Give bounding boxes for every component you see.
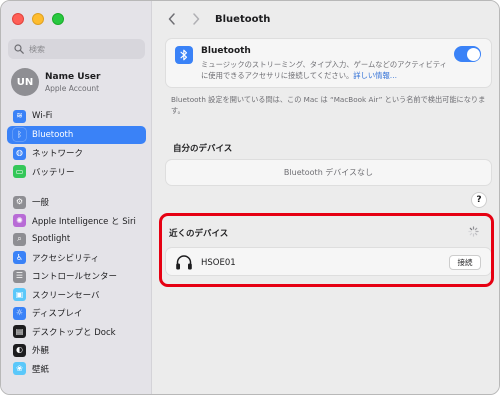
battery-icon: ▭ xyxy=(13,165,26,179)
toolbar: Bluetooth xyxy=(153,1,499,37)
globe-icon: ◍ xyxy=(13,146,26,160)
minimize-button[interactable] xyxy=(32,13,44,25)
bluetooth-icon: ᛒ xyxy=(13,128,26,142)
sidebar-item-label: Wi-Fi xyxy=(32,111,53,122)
chevron-left-icon xyxy=(168,13,175,25)
sidebar-item-globe[interactable]: ◍ ネットワーク xyxy=(7,144,146,163)
search-input[interactable]: 検索 xyxy=(8,39,145,59)
sidebar-item-label: バッテリー xyxy=(32,167,75,178)
sidebar-item-siri[interactable]: ✺ Apple Intelligence と Siri xyxy=(7,212,146,231)
sidebar-group-connectivity: ≋ Wi-Fi ᛒ Bluetooth ◍ ネットワーク ▭ バッテリー xyxy=(7,107,146,181)
main-pane: Bluetooth Bluetooth ミュージックのストリーミング、タイプ入力… xyxy=(153,1,499,394)
bluetooth-card: Bluetooth ミュージックのストリーミング、タイプ入力、ゲームなどのアクテ… xyxy=(165,38,492,88)
help-button[interactable]: ? xyxy=(471,192,487,208)
sidebar-item-label: アクセシビリティ xyxy=(32,253,100,264)
bluetooth-description: ミュージックのストリーミング、タイプ入力、ゲームなどのアクティビティに使用できる… xyxy=(201,59,451,81)
sidebar-item-label: スクリーンセーバ xyxy=(32,290,100,301)
user-subtitle: Apple Account xyxy=(45,83,100,93)
discoverable-info: Bluetooth 設定を開いている間は、この Mac は “MacBook A… xyxy=(171,95,486,115)
display-icon: ☼ xyxy=(13,306,26,320)
settings-window: 検索 UN Name User Apple Account ≋ Wi-Fi ᛒ Blu… xyxy=(0,0,500,395)
sidebar-item-label: デスクトップと Dock xyxy=(32,327,116,338)
user-name: Name User xyxy=(45,71,101,82)
search-placeholder: 検索 xyxy=(29,44,45,54)
account-item[interactable]: UN Name User Apple Account xyxy=(11,68,100,96)
wifi-icon: ≋ xyxy=(13,109,26,123)
sidebar-item-screensaver[interactable]: ▣ スクリーンセーバ xyxy=(7,286,146,305)
sidebar-item-dock[interactable]: ▤ デスクトップと Dock xyxy=(7,323,146,342)
avatar: UN xyxy=(11,68,39,96)
sidebar-item-accessibility[interactable]: ♿ アクセシビリティ xyxy=(7,249,146,268)
dock-icon: ▤ xyxy=(13,325,26,339)
sidebar-item-battery[interactable]: ▭ バッテリー xyxy=(7,163,146,182)
chevron-right-icon xyxy=(193,13,200,25)
sidebar-item-wallpaper[interactable]: ❀ 壁紙 xyxy=(7,360,146,379)
sidebar-item-bluetooth[interactable]: ᛒ Bluetooth xyxy=(7,125,146,144)
sidebar-item-label: 壁紙 xyxy=(32,364,50,375)
close-button[interactable] xyxy=(12,13,24,25)
sidebar-item-gear[interactable]: ⚙ 一般 xyxy=(7,193,146,212)
sidebar-item-label: Apple Intelligence と Siri xyxy=(32,216,136,227)
search-icon xyxy=(14,44,24,54)
page-title: Bluetooth xyxy=(215,13,271,25)
gear-icon: ⚙ xyxy=(13,195,26,209)
sidebar-item-label: ディスプレイ xyxy=(32,309,83,320)
toggle-knob xyxy=(466,47,480,61)
sidebar-item-label: Spotlight xyxy=(32,234,71,245)
my-devices-card: Bluetooth デバイスなし xyxy=(165,159,492,186)
window-controls xyxy=(12,13,64,25)
spotlight-icon: ⌕ xyxy=(13,232,26,246)
bluetooth-icon xyxy=(175,46,193,64)
siri-icon: ✺ xyxy=(13,214,26,228)
sidebar-item-spotlight[interactable]: ⌕ Spotlight xyxy=(7,230,146,249)
sidebar-item-label: ネットワーク xyxy=(32,149,84,160)
highlight-annotation xyxy=(159,213,494,287)
sidebar-item-control-center[interactable]: ☰ コントロールセンター xyxy=(7,267,146,286)
wallpaper-icon: ❀ xyxy=(13,362,26,376)
sidebar-group-system: ⚙ 一般 ✺ Apple Intelligence と Siri ⌕ Spotlight ♿… xyxy=(7,193,146,378)
forward-button[interactable] xyxy=(187,10,205,28)
sidebar-item-display[interactable]: ☼ ディスプレイ xyxy=(7,304,146,323)
sidebar-item-label: 外観 xyxy=(32,346,50,357)
sidebar-item-wifi[interactable]: ≋ Wi-Fi xyxy=(7,107,146,126)
bluetooth-title: Bluetooth xyxy=(201,46,251,56)
accessibility-icon: ♿ xyxy=(13,251,26,265)
bluetooth-toggle[interactable] xyxy=(454,46,481,62)
no-devices-text: Bluetooth デバイスなし xyxy=(283,168,374,177)
control-center-icon: ☰ xyxy=(13,269,26,283)
sidebar-item-label: 一般 xyxy=(32,198,50,209)
back-button[interactable] xyxy=(163,10,181,28)
screensaver-icon: ▣ xyxy=(13,288,26,302)
sidebar-item-label: コントロールセンター xyxy=(32,272,118,283)
sidebar: 検索 UN Name User Apple Account ≋ Wi-Fi ᛒ Blu… xyxy=(1,1,152,394)
sidebar-item-appearance[interactable]: ◐ 外観 xyxy=(7,341,146,360)
sidebar-item-label: Bluetooth xyxy=(32,129,74,140)
bluetooth-description-text: ミュージックのストリーミング、タイプ入力、ゲームなどのアクティビティに使用できる… xyxy=(201,60,447,80)
learn-more-link[interactable]: 詳しい情報… xyxy=(353,71,397,80)
my-devices-label: 自分のデバイス xyxy=(173,144,233,154)
appearance-icon: ◐ xyxy=(13,343,26,357)
zoom-button[interactable] xyxy=(52,13,64,25)
